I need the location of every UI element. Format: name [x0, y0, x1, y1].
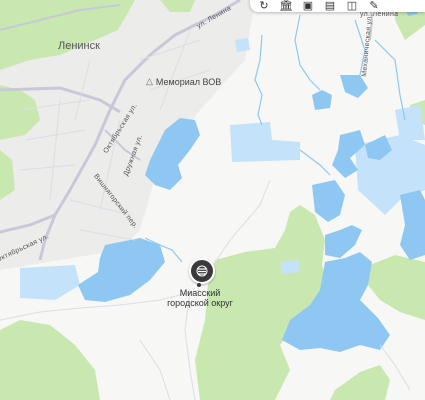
map-layers-toolbar: ↻ 🏛 ▣ ▤ ◫ ✎: [250, 0, 425, 12]
forest-bottom-right: [330, 365, 390, 400]
river-2: [294, 14, 321, 91]
map-canvas[interactable]: Ленинск ул. Ленина ул. Ленина Октябрьска…: [0, 0, 425, 400]
okrug-marker[interactable]: [189, 258, 215, 284]
wetland-6: [280, 260, 300, 274]
forest-bottom-left: [0, 320, 100, 400]
okrug-label-line1: Миасский: [179, 288, 221, 298]
wetland-5: [395, 105, 425, 140]
camera-icon[interactable]: ▣: [300, 0, 316, 12]
lake-ne-small: [312, 90, 332, 110]
wetland-3: [20, 265, 80, 300]
lake-east4: [325, 225, 362, 258]
okrug-label: Миасский городской округ: [150, 288, 250, 308]
river-1: [254, 34, 263, 126]
road-minor-4: [139, 339, 171, 400]
lake-east3: [312, 180, 345, 222]
map-base-layer: [0, 0, 425, 400]
okrug-marker-dot: [197, 283, 201, 287]
bus-icon[interactable]: ▤: [322, 0, 338, 12]
river-4: [374, 39, 406, 121]
refresh-icon[interactable]: ↻: [256, 0, 272, 12]
city-label: Ленинск: [58, 40, 100, 52]
layers-icon[interactable]: ◫: [344, 0, 360, 12]
monument-icon: △: [146, 76, 153, 86]
river-6: [299, 149, 331, 176]
ruler-icon[interactable]: ✎: [366, 0, 382, 12]
museum-icon[interactable]: 🏛: [278, 0, 294, 12]
memorial-poi[interactable]: △ Мемориал ВОВ: [146, 76, 221, 87]
lake-east5: [400, 190, 425, 260]
wetland-2: [235, 38, 250, 52]
forest-right: [368, 255, 425, 320]
wetland-1: [230, 122, 300, 162]
pine-tree-icon: [196, 265, 208, 277]
lake-ne-small2: [340, 75, 368, 98]
memorial-label: Мемориал ВОВ: [155, 76, 222, 87]
okrug-label-line2: городской округ: [167, 298, 233, 308]
